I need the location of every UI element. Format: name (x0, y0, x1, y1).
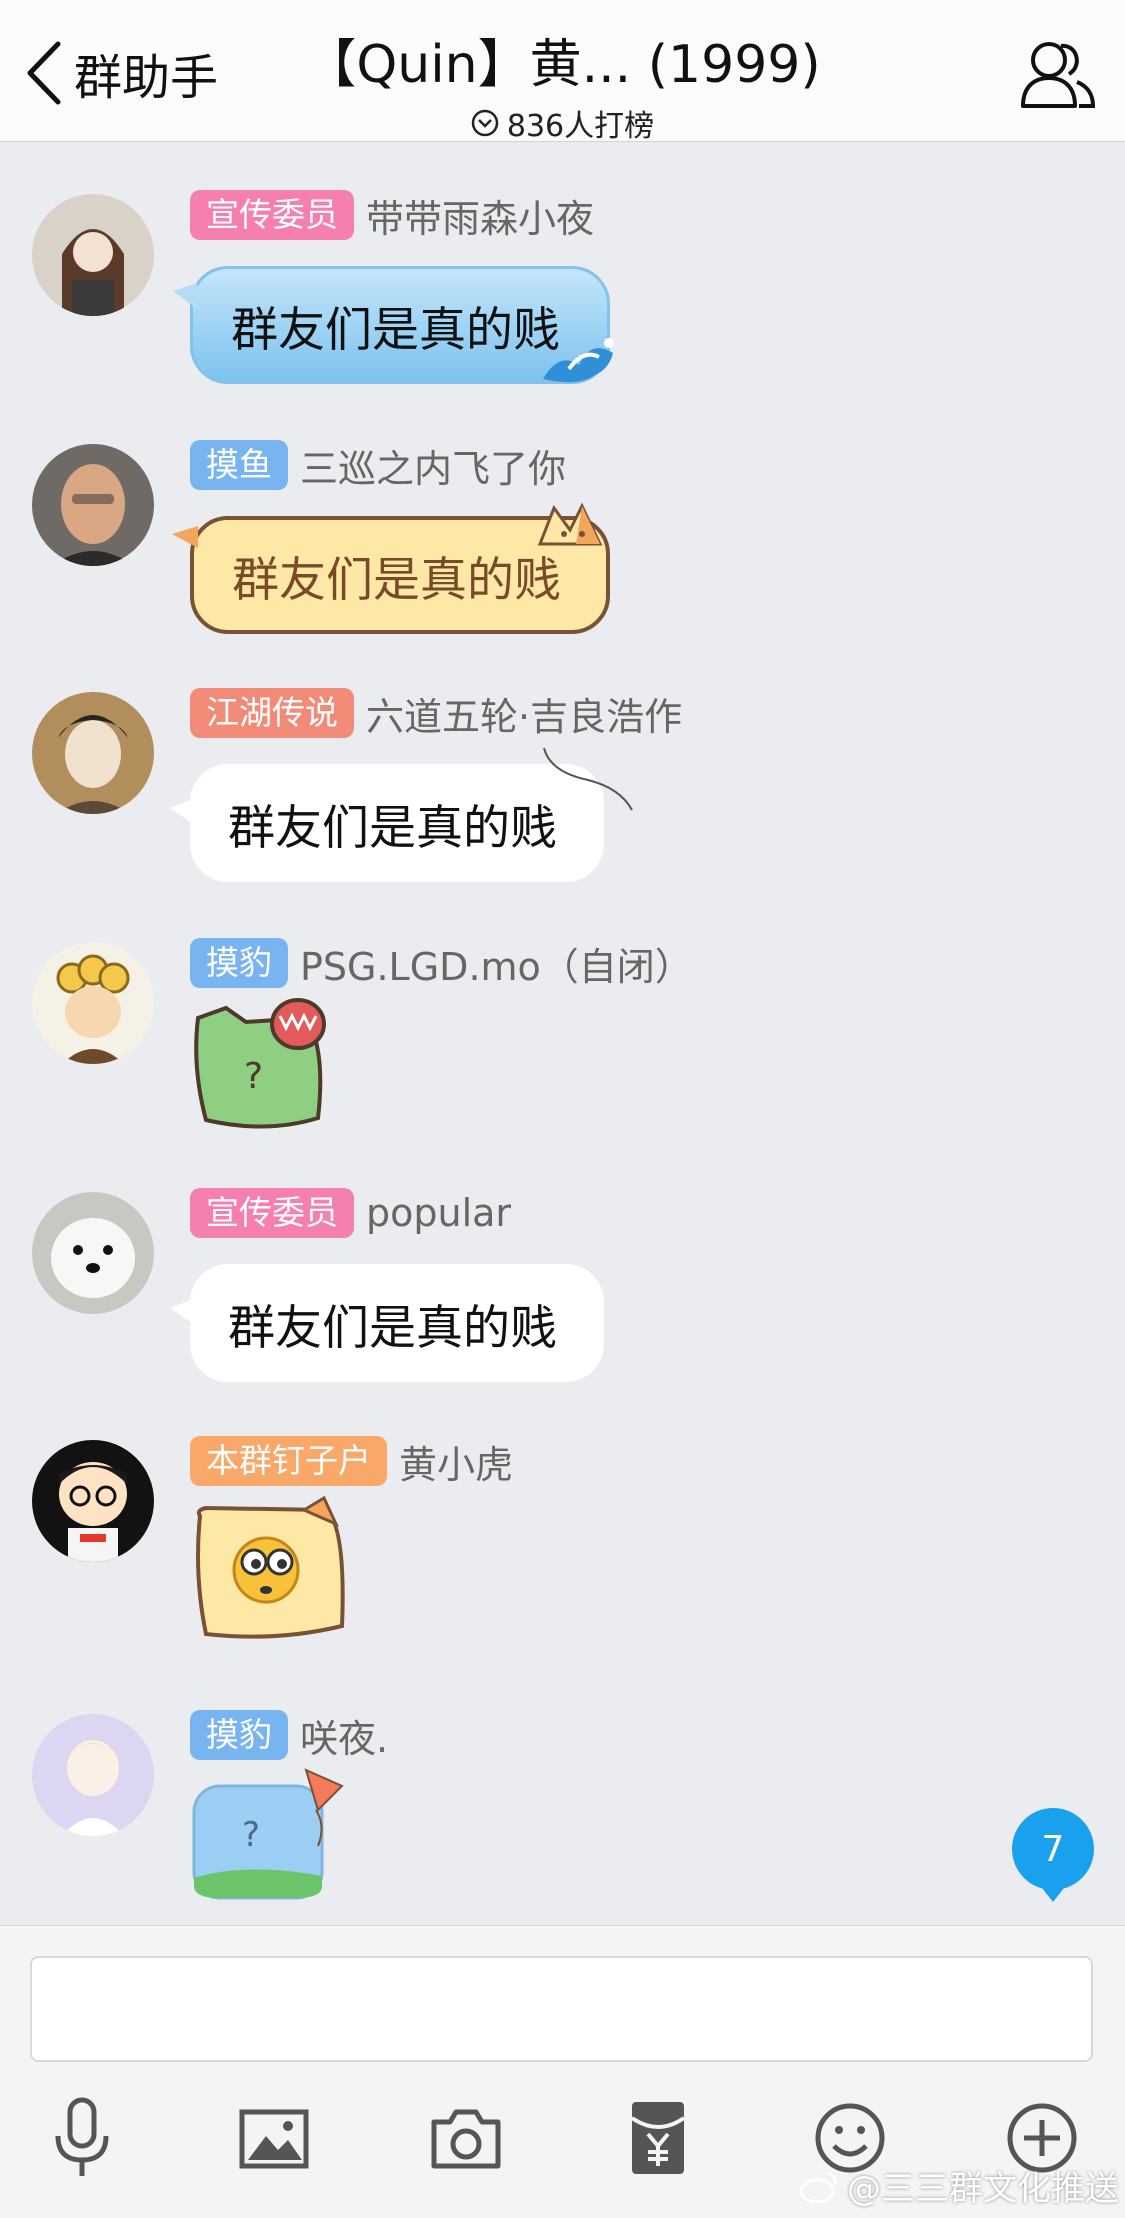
camera-icon (431, 2109, 501, 2169)
message-bubble[interactable]: 群友们是真的贱 (170, 1264, 604, 1382)
chevron-down-circle-icon (471, 109, 499, 137)
member-title-badge: 摸鱼 (190, 440, 288, 490)
avatar[interactable] (32, 1714, 154, 1836)
rank-count: 836人打榜 (506, 109, 655, 144)
red-packet-button[interactable] (620, 2096, 696, 2180)
message-input[interactable] (30, 1956, 1093, 2062)
red-packet-icon (630, 2102, 686, 2174)
kite-sticker[interactable]: ? (186, 1766, 356, 1916)
avatar[interactable] (32, 1440, 154, 1562)
avatar[interactable] (32, 942, 154, 1064)
member-title-badge: 宣传委员 (190, 1188, 354, 1238)
voice-button[interactable] (44, 2096, 120, 2180)
avatar[interactable] (32, 1192, 154, 1314)
sender-nickname[interactable]: 三巡之内飞了你 (300, 438, 566, 493)
weibo-logo-icon (799, 2171, 837, 2203)
member-title-badge: 本群钉子户 (190, 1436, 387, 1486)
cat-emoji-sticker[interactable] (186, 1495, 356, 1646)
sender-meta: 摸豹 咲夜. (190, 1708, 388, 1763)
cat-decoration-icon (537, 502, 603, 546)
chat-subtitle: 836人打榜 (471, 101, 654, 145)
title-block[interactable]: 【Quin】黄... (1999) 836人打榜 (0, 22, 1125, 145)
sender-meta: 宣传委员 popular (190, 1188, 511, 1238)
sender-meta: 本群钉子户 黄小虎 (190, 1434, 513, 1489)
message-bubble[interactable]: 群友们是真的贱 (173, 266, 614, 384)
sender-meta: 摸鱼 三巡之内飞了你 (190, 438, 566, 493)
avatar[interactable] (32, 692, 154, 814)
sender-nickname[interactable]: 咲夜. (300, 1708, 388, 1763)
unread-count-badge[interactable]: 7 (1012, 1808, 1094, 1902)
chat-header: 群助手 【Quin】黄... (1999) 836人打榜 (0, 0, 1125, 145)
sender-meta: 宣传委员 带带雨森小夜 (190, 188, 594, 243)
input-area: @三三群文化推送 (0, 1925, 1125, 2218)
sender-nickname[interactable]: popular (366, 1191, 511, 1235)
message-bubble[interactable]: 群友们是真的贱 (172, 502, 610, 634)
sender-nickname[interactable]: PSG.LGD.mo（自闭） (300, 936, 693, 991)
group-members-icon[interactable] (1017, 36, 1097, 112)
sender-nickname[interactable]: 黄小虎 (399, 1434, 513, 1489)
sender-meta: 江湖传说 六道五轮·吉良浩作 (190, 686, 682, 741)
member-title-badge: 摸豹 (190, 1710, 288, 1760)
watermark-text: @三三群文化推送 (847, 2169, 1119, 2209)
photo-button[interactable] (236, 2096, 312, 2180)
sender-nickname[interactable]: 带带雨森小夜 (366, 188, 594, 243)
microphone-icon (55, 2097, 109, 2176)
dino-sticker[interactable]: ? (186, 988, 336, 1138)
watermark: @三三群文化推送 (799, 2161, 1119, 2210)
message-text: 群友们是真的贱 (232, 552, 561, 608)
avatar[interactable] (32, 194, 154, 316)
sticker-text: ? (244, 1056, 263, 1097)
message-text: 群友们是真的贱 (231, 302, 560, 358)
message-text: 群友们是真的贱 (228, 800, 557, 856)
sender-meta: 摸豹 PSG.LGD.mo（自闭） (190, 936, 693, 991)
image-icon (239, 2109, 309, 2169)
chat-title: 【Quin】黄... (1999) (304, 35, 821, 95)
camera-button[interactable] (428, 2096, 504, 2180)
sticker-text: ? (242, 1815, 260, 1855)
wave-decoration-icon (543, 338, 614, 383)
member-title-badge: 江湖传说 (190, 688, 354, 738)
line-decoration-icon (543, 747, 633, 811)
member-title-badge: 宣传委员 (190, 190, 354, 240)
sender-nickname[interactable]: 六道五轮·吉良浩作 (366, 686, 682, 741)
message-text: 群友们是真的贱 (228, 1300, 557, 1356)
avatar[interactable] (32, 444, 154, 566)
member-title-badge: 摸豹 (190, 938, 288, 988)
